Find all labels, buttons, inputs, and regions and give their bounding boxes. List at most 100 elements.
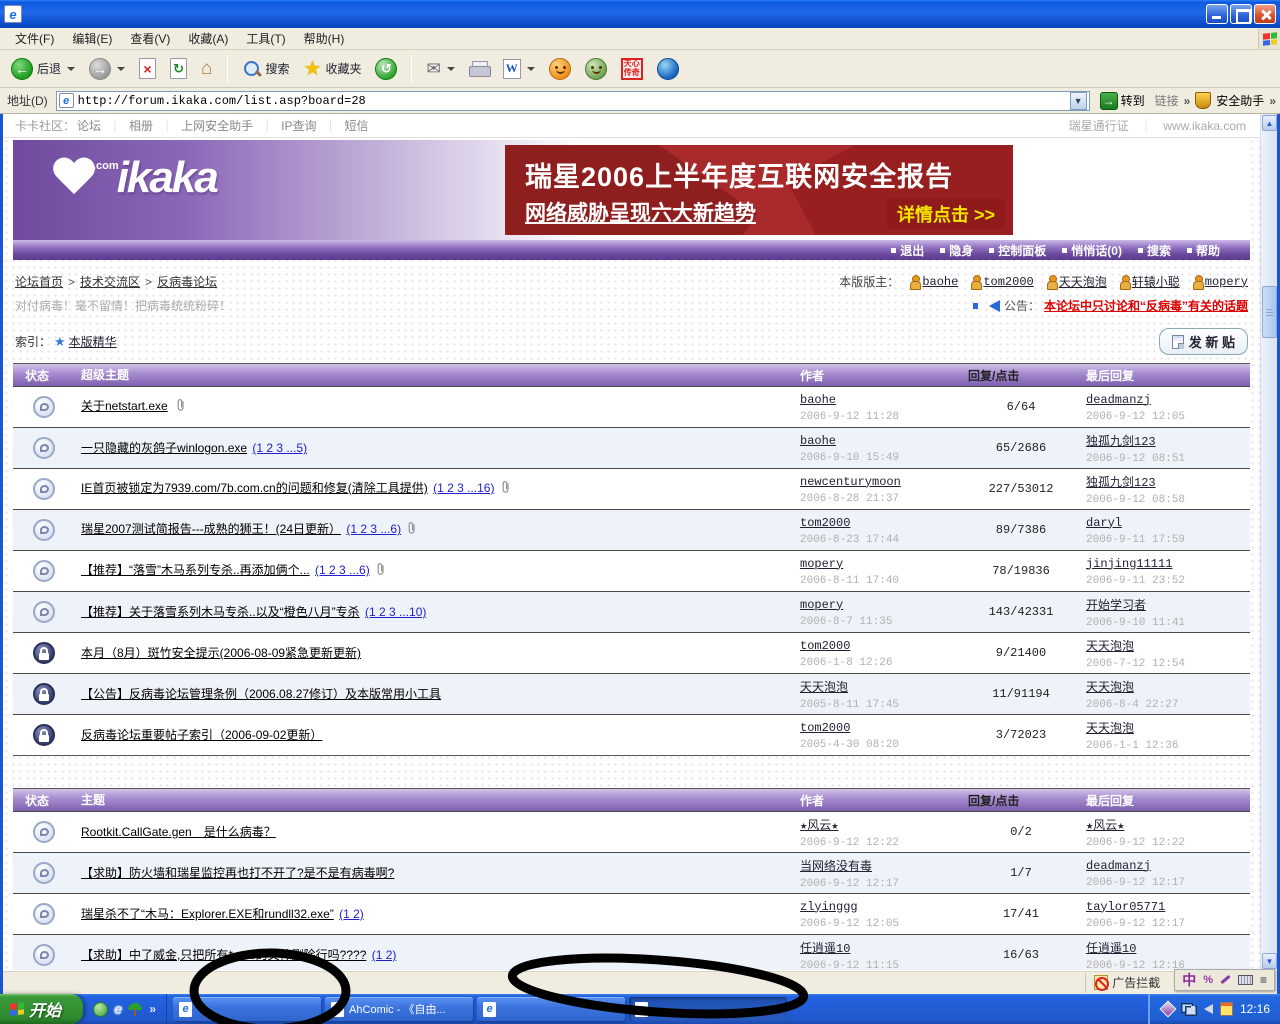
forward-button[interactable]: → bbox=[84, 56, 130, 82]
ad-cta-button[interactable]: 详情点击 >> bbox=[887, 199, 1005, 229]
taskbar-window-button-2[interactable]: e bbox=[477, 997, 625, 1021]
ie-quicklaunch-icon[interactable]: e bbox=[114, 1001, 122, 1018]
author-link[interactable]: mopery bbox=[800, 598, 843, 612]
calendar-tray-icon[interactable] bbox=[1220, 1002, 1233, 1016]
last-reply-author-link[interactable]: deadmanzj bbox=[1086, 859, 1151, 873]
author-link[interactable]: mopery bbox=[800, 557, 843, 571]
menu-item-0[interactable]: 文件(F) bbox=[6, 30, 63, 48]
assistant-chevron-icon[interactable]: » bbox=[1269, 94, 1276, 108]
tianxin-chuanqi-button[interactable]: 天心传奇 bbox=[616, 56, 648, 82]
menu-item-3[interactable]: 收藏(A) bbox=[179, 30, 237, 48]
author-link[interactable]: tom2000 bbox=[800, 639, 850, 653]
topic-page-links[interactable]: (1 2 3 ...6) bbox=[315, 563, 370, 577]
edit-with-word-button[interactable]: W bbox=[498, 57, 540, 81]
topic-title-link[interactable]: Rootkit.CallGate.gen 是什么病毒？ bbox=[81, 825, 276, 839]
taskbar-window-button-3[interactable]: e bbox=[629, 997, 787, 1021]
topic-page-links[interactable]: (1 2 3 ...10) bbox=[365, 605, 426, 619]
last-reply-author-link[interactable]: jinjing11111 bbox=[1086, 557, 1172, 571]
print-button[interactable] bbox=[464, 59, 494, 79]
nav-item-2[interactable]: 控制面板 bbox=[989, 242, 1046, 259]
minimize-button[interactable] bbox=[1206, 4, 1228, 24]
topic-title-link[interactable]: 一只隐藏的灰鸽子winlogon.exe bbox=[81, 441, 247, 455]
topic-title-link[interactable]: 瑞星2007测试简报告---成熟的狮王！(24日更新） bbox=[81, 522, 341, 536]
new-post-button[interactable]: 发 新 贴 bbox=[1159, 328, 1248, 355]
stop-button[interactable]: × bbox=[134, 56, 161, 81]
forward-dropdown-icon[interactable] bbox=[117, 67, 125, 71]
close-button[interactable] bbox=[1254, 4, 1276, 24]
rising-tray-icon[interactable] bbox=[1159, 1001, 1176, 1018]
nav-item-0[interactable]: 退出 bbox=[891, 242, 924, 259]
security-assistant-label[interactable]: 安全助手 bbox=[1216, 92, 1264, 109]
links-chevron-icon[interactable]: » bbox=[1184, 94, 1191, 108]
author-link[interactable]: 当网络没有毒 bbox=[800, 860, 872, 874]
menu-item-1[interactable]: 编辑(E) bbox=[63, 30, 121, 48]
moderator-link-2[interactable]: 天天泡泡 bbox=[1059, 273, 1107, 290]
breadcrumb-link-2[interactable]: 反病毒论坛 bbox=[157, 275, 217, 289]
last-reply-author-link[interactable]: deadmanzj bbox=[1086, 393, 1151, 407]
topic-title-link[interactable]: 本月（8月）斑竹安全提示(2006-08-09紧急更新更新) bbox=[81, 646, 361, 660]
last-reply-author-link[interactable]: daryl bbox=[1086, 516, 1122, 530]
topic-title-link[interactable]: 【求助】防火墙和瑞星监控再也打不开了?是不是有病毒啊? bbox=[81, 866, 394, 880]
globe-button[interactable] bbox=[652, 56, 684, 82]
links-label[interactable]: 链接 bbox=[1155, 92, 1179, 109]
word-dropdown-icon[interactable] bbox=[527, 67, 535, 71]
favorites-button[interactable]: ★ 收藏夹 bbox=[299, 57, 367, 81]
history-button[interactable]: ↺ bbox=[370, 56, 402, 82]
scroll-down-arrow[interactable]: ▼ bbox=[1262, 953, 1277, 969]
topbar-link-3[interactable]: IP查询 bbox=[281, 119, 316, 133]
author-link[interactable]: ★风云★ bbox=[800, 819, 838, 833]
nav-item-4[interactable]: 搜索 bbox=[1138, 242, 1171, 259]
mail-dropdown-icon[interactable] bbox=[447, 67, 455, 71]
ime-chinese-icon[interactable]: 中 bbox=[1182, 970, 1196, 990]
address-dropdown-button[interactable]: ▼ bbox=[1070, 92, 1087, 110]
last-reply-author-link[interactable]: 独孤九剑123 bbox=[1086, 476, 1156, 490]
refresh-button[interactable]: ↻ bbox=[165, 56, 192, 81]
quicklaunch-chevron-icon[interactable]: » bbox=[149, 1002, 156, 1016]
announcement-link[interactable]: 本论坛中只讨论和“反病毒”有关的话题 bbox=[1044, 297, 1248, 314]
scroll-up-arrow[interactable]: ▲ bbox=[1262, 115, 1277, 131]
topic-page-links[interactable]: (1 2 3 ...5) bbox=[252, 441, 307, 455]
breadcrumb-link-0[interactable]: 论坛首页 bbox=[15, 275, 63, 289]
topic-title-link[interactable]: 【公告】反病毒论坛管理条例（2006.08.27修订）及本版常用小工具 bbox=[81, 687, 441, 701]
last-reply-author-link[interactable]: ★风云★ bbox=[1086, 819, 1124, 833]
topic-title-link[interactable]: 【推荐】“落雪”木马系列专杀..再添加俩个... bbox=[81, 563, 310, 577]
topic-title-link[interactable]: 反病毒论坛重要帖子索引（2006-09-02更新） bbox=[81, 728, 322, 742]
volume-tray-icon[interactable] bbox=[1204, 1004, 1213, 1014]
maximize-button[interactable] bbox=[1230, 4, 1252, 24]
menu-item-5[interactable]: 帮助(H) bbox=[295, 30, 354, 48]
author-link[interactable]: baohe bbox=[800, 434, 836, 448]
taskbar-window-button-0[interactable]: e bbox=[173, 997, 321, 1021]
topic-title-link[interactable]: IE首页被锁定为7939.com/7b.com.cn的问题和修复(清除工具提供) bbox=[81, 481, 428, 495]
topic-page-links[interactable]: (1 2) bbox=[339, 907, 364, 921]
start-button[interactable]: 开始 bbox=[0, 994, 83, 1024]
board-essence-link[interactable]: 本版精华 bbox=[69, 333, 117, 350]
address-input[interactable]: e http://forum.ikaka.com/list.asp?board=… bbox=[56, 91, 1090, 111]
adblock-status[interactable]: 广告拦截 bbox=[1085, 973, 1168, 993]
author-link[interactable]: tom2000 bbox=[800, 721, 850, 735]
menu-item-2[interactable]: 查看(V) bbox=[121, 30, 179, 48]
scrollbar-thumb[interactable] bbox=[1262, 286, 1277, 338]
back-dropdown-icon[interactable] bbox=[67, 67, 75, 71]
topic-title-link[interactable]: 瑞星杀不了“木马：Explorer.EXE和rundll32.exe” bbox=[81, 907, 334, 921]
topic-title-link[interactable]: 【推荐】关于落雪系列木马专杀..以及“橙色八月”专杀 bbox=[81, 605, 360, 619]
ikaka-home-link[interactable]: www.ikaka.com bbox=[1163, 119, 1246, 133]
rising-ad-banner[interactable]: 瑞星2006上半年度互联网安全报告 网络威胁呈现六大新趋势 详情点击 >> bbox=[505, 145, 1013, 235]
nav-item-5[interactable]: 帮助 bbox=[1187, 242, 1220, 259]
back-button[interactable]: ← 后退 bbox=[6, 56, 80, 82]
topic-page-links[interactable]: (1 2 3 ...16) bbox=[433, 481, 494, 495]
language-bar[interactable]: 中 % ≡ bbox=[1174, 969, 1275, 991]
last-reply-author-link[interactable]: 天天泡泡 bbox=[1086, 722, 1134, 736]
search-button[interactable]: 搜索 bbox=[237, 57, 295, 81]
topbar-link-1[interactable]: 相册 bbox=[129, 119, 153, 133]
topbar-link-4[interactable]: 短信 bbox=[344, 119, 368, 133]
ikaka-logo[interactable]: .com ikaka bbox=[51, 156, 217, 198]
nav-item-1[interactable]: 隐身 bbox=[940, 242, 973, 259]
nav-item-3[interactable]: 悄悄话(0) bbox=[1062, 242, 1122, 259]
last-reply-author-link[interactable]: 独孤九剑123 bbox=[1086, 435, 1156, 449]
last-reply-author-link[interactable]: taylor05771 bbox=[1086, 900, 1165, 914]
messenger-quicklaunch-icon[interactable] bbox=[93, 1002, 108, 1017]
author-link[interactable]: baohe bbox=[800, 393, 836, 407]
ime-keyboard-icon[interactable] bbox=[1238, 975, 1253, 985]
author-link[interactable]: newcenturymoon bbox=[800, 475, 901, 489]
topic-page-links[interactable]: (1 2 3 ...6) bbox=[346, 522, 401, 536]
